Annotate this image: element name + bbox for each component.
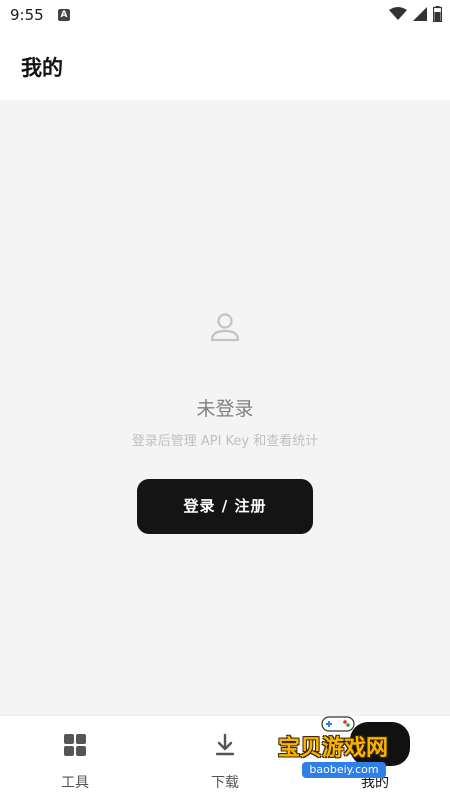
header: 我的 — [0, 32, 450, 100]
empty-state-panel: 未登录 登录后管理 API Key 和查看统计 登录 / 注册 — [0, 100, 450, 715]
battery-icon — [433, 6, 442, 22]
watermark: 宝贝游戏网 baobeiy.com — [278, 712, 418, 788]
tab-tools[interactable]: 工具 — [0, 716, 150, 801]
wifi-icon — [389, 7, 407, 20]
status-icons — [389, 6, 442, 22]
login-status: 未登录 — [196, 398, 254, 420]
watermark-url: baobeiy.com — [302, 762, 386, 778]
a-letter-icon: A — [58, 9, 70, 21]
watermark-text: 宝贝游戏网 — [278, 736, 389, 761]
page-title: 我的 — [21, 56, 63, 80]
status-bar: 9:55 A — [0, 0, 450, 32]
login-register-button[interactable]: 登录 / 注册 — [137, 479, 313, 534]
login-hint: 登录后管理 API Key 和查看统计 — [131, 434, 319, 449]
status-time: 9:55 — [10, 6, 44, 24]
cellular-icon — [413, 7, 427, 21]
tab-tools-label: 工具 — [61, 775, 89, 791]
user-icon — [210, 313, 240, 342]
download-icon — [215, 733, 235, 756]
grid-icon — [64, 734, 86, 756]
